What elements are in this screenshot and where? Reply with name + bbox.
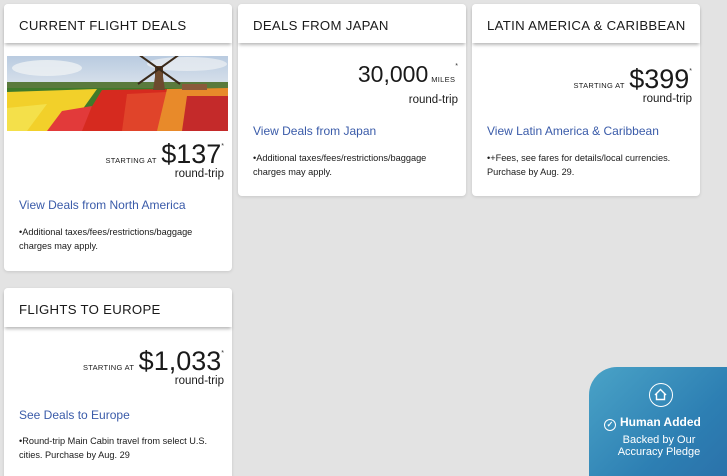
accuracy-pledge-badge[interactable]: ✓ Human Added Backed by Our Accuracy Pled…: [589, 367, 727, 476]
roundtrip-label: round-trip: [408, 94, 458, 106]
check-circle-icon: ✓: [604, 419, 616, 431]
latam-disclaimer: •+Fees, see fares for details/local curr…: [487, 153, 671, 177]
japan-miles-price: 30,000: [357, 61, 429, 87]
current-deals-title: CURRENT FLIGHT DEALS: [19, 18, 187, 33]
human-added-text: Human Added: [620, 415, 701, 429]
view-deals-japan-link[interactable]: View Deals from Japan: [253, 124, 376, 138]
roundtrip-label: round-trip: [642, 93, 692, 105]
current-deals-header: CURRENT FLIGHT DEALS: [4, 4, 232, 43]
price-asterisk: *: [221, 143, 224, 150]
current-price-block: STARTING AT $137* round-trip: [105, 139, 225, 181]
starting-at-label: STARTING AT: [82, 363, 135, 372]
europe-deals-card: FLIGHTS TO EUROPE STARTING AT $1,033* ro…: [4, 288, 232, 476]
europe-price: $1,033: [138, 346, 222, 376]
latam-deals-header: LATIN AMERICA & CARIBBEAN: [472, 4, 700, 43]
price-asterisk: *: [455, 63, 458, 70]
roundtrip-label: round-trip: [174, 375, 224, 387]
current-deals-card: CURRENT FLIGHT DEALS STARTING AT $137* r…: [4, 4, 232, 271]
price-asterisk: *: [221, 350, 224, 357]
accuracy-pledge-text: Backed by Our Accuracy Pledge: [617, 434, 701, 458]
europe-disclaimer: •Round-trip Main Cabin travel from selec…: [19, 436, 208, 460]
view-deals-north-america-link[interactable]: View Deals from North America: [19, 198, 186, 212]
latam-price: $399: [629, 64, 690, 94]
view-latin-america-caribbean-link[interactable]: View Latin America & Caribbean: [487, 124, 659, 138]
tulip-field-illustration: [7, 56, 228, 131]
starting-at-label: STARTING AT: [573, 81, 625, 90]
current-disclaimer: •Additional taxes/fees/restrictions/bagg…: [19, 227, 193, 251]
latam-deals-title: LATIN AMERICA & CARIBBEAN: [487, 18, 686, 33]
europe-price-block: STARTING AT $1,033* round-trip: [82, 346, 224, 388]
roundtrip-label: round-trip: [174, 168, 224, 180]
japan-deals-header: DEALS FROM JAPAN: [238, 4, 466, 43]
tulip-windmill-image[interactable]: [7, 56, 228, 131]
latam-price-block: STARTING AT $399* round-trip: [573, 64, 693, 106]
price-asterisk: *: [689, 68, 692, 75]
japan-disclaimer: •Additional taxes/fees/restrictions/bagg…: [253, 153, 427, 177]
japan-deals-card: DEALS FROM JAPAN 30,000 MILES * round-trip…: [238, 4, 466, 196]
latam-deals-card: LATIN AMERICA & CARIBBEAN STARTING AT $3…: [472, 4, 700, 196]
miles-label: MILES: [431, 75, 456, 84]
europe-deals-title: FLIGHTS TO EUROPE: [19, 302, 161, 317]
starting-at-label: STARTING AT: [105, 156, 157, 165]
japan-price-block: 30,000 MILES * round-trip: [358, 61, 458, 106]
current-price: $137: [161, 139, 222, 169]
see-deals-europe-link[interactable]: See Deals to Europe: [19, 408, 130, 422]
home-icon: [649, 383, 673, 407]
human-added-label: ✓ Human Added: [604, 415, 701, 431]
europe-deals-header: FLIGHTS TO EUROPE: [4, 288, 232, 327]
japan-deals-title: DEALS FROM JAPAN: [253, 18, 389, 33]
